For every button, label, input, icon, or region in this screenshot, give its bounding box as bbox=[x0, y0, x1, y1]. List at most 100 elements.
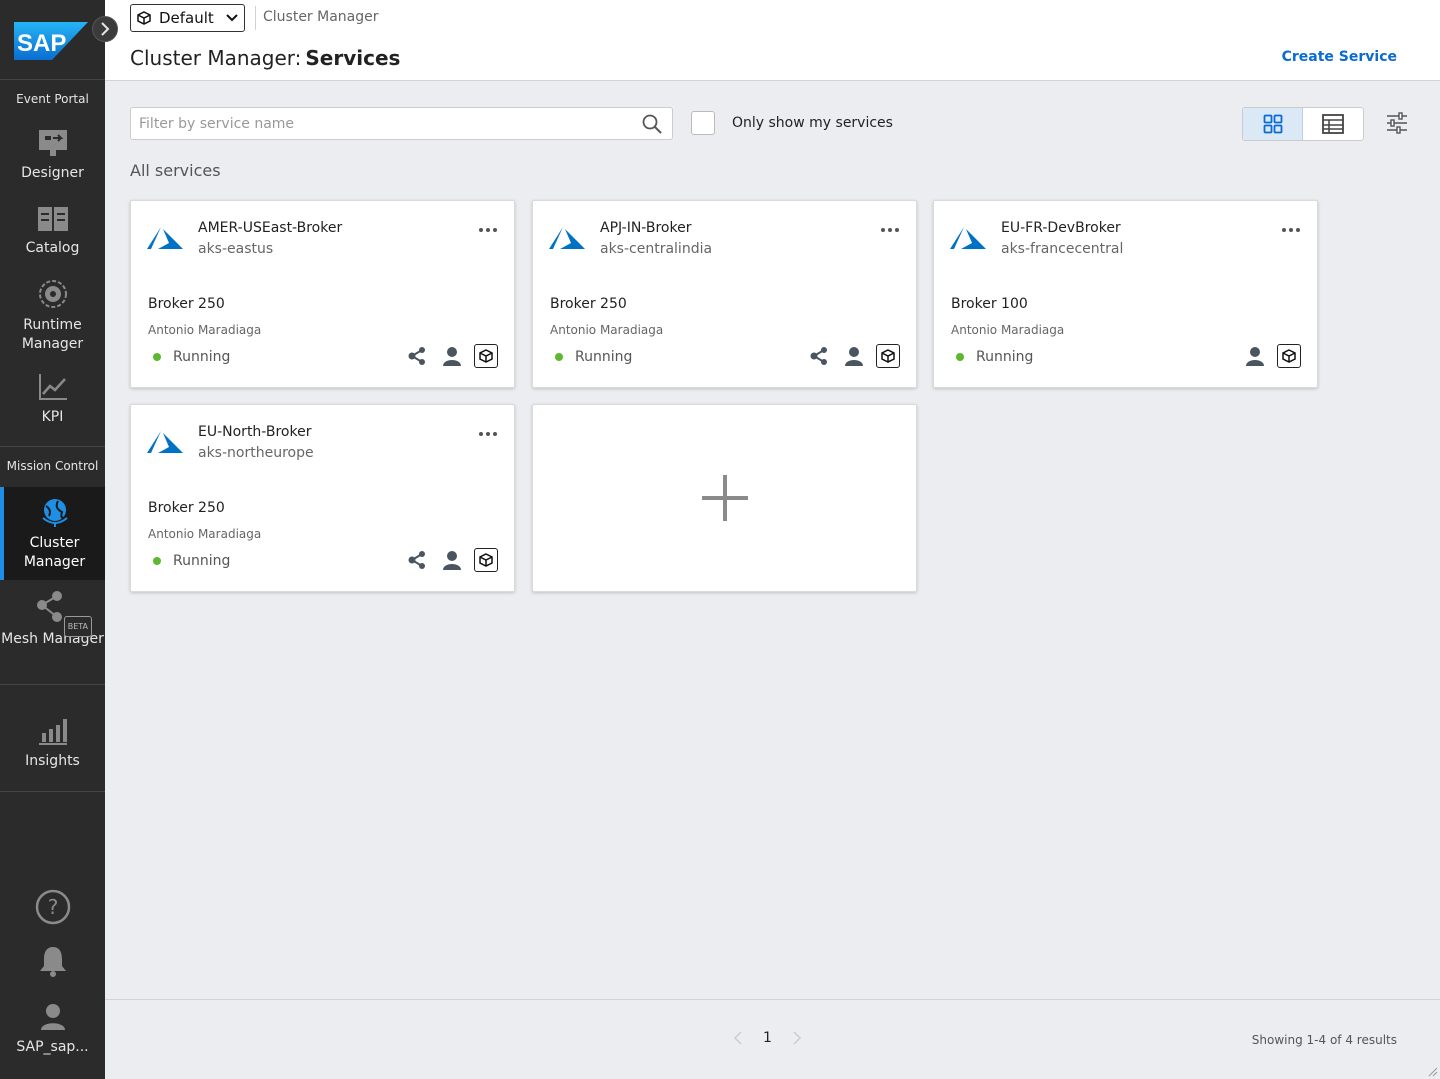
sidebar-item-runtime-manager[interactable]: Runtime Manager bbox=[0, 278, 105, 354]
help-button[interactable]: ? bbox=[0, 889, 105, 931]
status-dot bbox=[153, 557, 161, 565]
chevron-right-icon bbox=[101, 22, 110, 36]
only-my-services-checkbox[interactable] bbox=[691, 111, 715, 135]
breadcrumb[interactable]: Cluster Manager bbox=[263, 9, 379, 25]
environment-select[interactable]: Default bbox=[130, 4, 245, 32]
section-label-event-portal: Event Portal bbox=[16, 92, 89, 106]
status-dot bbox=[956, 353, 964, 361]
grid-view-button[interactable] bbox=[1243, 108, 1303, 140]
sidebar-divider bbox=[0, 791, 105, 792]
service-tier: Broker 250 bbox=[148, 296, 225, 312]
more-options-icon[interactable] bbox=[476, 425, 500, 443]
mesh-icon bbox=[406, 548, 430, 572]
notifications-button[interactable] bbox=[0, 944, 105, 984]
environment-select-value: Default bbox=[159, 9, 214, 27]
service-tier: Broker 250 bbox=[550, 296, 627, 312]
sidebar-expand-button[interactable] bbox=[92, 16, 118, 42]
sidebar-item-designer[interactable]: Designer bbox=[0, 128, 105, 183]
more-options-icon[interactable] bbox=[476, 221, 500, 239]
service-cluster: aks-centralindia bbox=[600, 241, 713, 257]
sliders-icon[interactable] bbox=[1386, 112, 1408, 134]
page-title-main: Services bbox=[305, 46, 401, 70]
bell-icon bbox=[39, 947, 66, 977]
more-options-icon[interactable] bbox=[878, 221, 902, 239]
user-icon bbox=[440, 344, 464, 368]
create-service-button[interactable]: Create Service bbox=[1282, 49, 1397, 65]
service-status: Running bbox=[173, 553, 231, 569]
table-view-button[interactable] bbox=[1303, 108, 1363, 140]
service-owner: Antonio Maradiaga bbox=[951, 323, 1065, 337]
sidebar-item-mesh-manager[interactable]: BETA Mesh Manager bbox=[0, 590, 105, 649]
sidebar-divider bbox=[0, 684, 105, 685]
user-icon bbox=[40, 1004, 65, 1030]
sidebar-item-label: Cluster Manager bbox=[23, 535, 86, 570]
help-icon: ? bbox=[35, 889, 70, 925]
designer-icon bbox=[38, 130, 67, 156]
status-dot bbox=[555, 353, 563, 361]
filter-input[interactable] bbox=[131, 108, 631, 139]
azure-icon bbox=[549, 227, 585, 249]
svg-text:?: ? bbox=[47, 895, 58, 919]
cube-icon bbox=[474, 548, 498, 572]
filter-box bbox=[130, 107, 673, 140]
pagination: 1 bbox=[733, 1030, 802, 1046]
service-cluster: aks-eastus bbox=[198, 241, 274, 257]
section-label-mission-control: Mission Control bbox=[6, 459, 99, 473]
logo-area: SAP bbox=[0, 0, 105, 80]
service-icons bbox=[406, 344, 498, 368]
sidebar-item-cluster-manager[interactable]: Cluster Manager bbox=[0, 487, 105, 580]
service-card[interactable]: EU-FR-DevBroker aks-francecentral Broker… bbox=[933, 200, 1318, 388]
service-icons bbox=[808, 344, 900, 368]
table-icon bbox=[1322, 114, 1344, 134]
sidebar-item-label: Designer bbox=[21, 165, 84, 181]
page-number[interactable]: 1 bbox=[763, 1030, 772, 1046]
svg-text:SAP: SAP bbox=[17, 30, 66, 57]
chevron-right-icon[interactable] bbox=[792, 1031, 802, 1045]
user-icon bbox=[842, 344, 866, 368]
service-card[interactable]: EU-North-Broker aks-northeurope Broker 2… bbox=[130, 404, 515, 592]
sidebar-item-label: Insights bbox=[25, 753, 80, 769]
cube-icon bbox=[137, 11, 151, 25]
service-icons bbox=[1243, 344, 1301, 368]
add-service-card[interactable] bbox=[532, 404, 917, 592]
page-title: Cluster Manager: Services bbox=[130, 46, 400, 70]
resize-handle-icon[interactable] bbox=[1426, 1065, 1438, 1077]
service-name: APJ-IN-Broker bbox=[600, 220, 692, 236]
main-content: Only show my services All services AMER-… bbox=[105, 81, 1440, 999]
user-icon bbox=[440, 548, 464, 572]
status-dot bbox=[153, 353, 161, 361]
service-tier: Broker 100 bbox=[951, 296, 1028, 312]
sidebar-item-insights[interactable]: Insights bbox=[0, 716, 105, 771]
cube-icon bbox=[1277, 344, 1301, 368]
user-menu[interactable]: SAP_sap... bbox=[0, 1002, 105, 1057]
header: Default Cluster Manager Cluster Manager:… bbox=[105, 0, 1440, 81]
section-title: All services bbox=[130, 161, 221, 180]
service-icons bbox=[406, 548, 498, 572]
globe-icon bbox=[41, 499, 68, 527]
service-cluster: aks-northeurope bbox=[198, 445, 314, 461]
insights-bar-icon bbox=[38, 719, 67, 745]
service-status: Running bbox=[976, 349, 1034, 365]
more-options-icon[interactable] bbox=[1279, 221, 1303, 239]
sidebar-item-label: Catalog bbox=[25, 240, 80, 256]
sidebar-item-catalog[interactable]: Catalog bbox=[0, 205, 105, 258]
runtime-manager-icon bbox=[38, 280, 67, 308]
service-card[interactable]: AMER-USEast-Broker aks-eastus Broker 250… bbox=[130, 200, 515, 388]
kpi-chart-icon bbox=[38, 374, 67, 400]
service-card[interactable]: APJ-IN-Broker aks-centralindia Broker 25… bbox=[532, 200, 917, 388]
azure-icon bbox=[147, 431, 183, 453]
service-name: EU-North-Broker bbox=[198, 424, 312, 440]
service-status: Running bbox=[173, 349, 231, 365]
sidebar-item-kpi[interactable]: KPI bbox=[0, 372, 105, 427]
catalog-icon bbox=[37, 207, 68, 231]
sidebar-divider bbox=[0, 446, 105, 447]
service-status: Running bbox=[575, 349, 633, 365]
chevron-left-icon[interactable] bbox=[733, 1031, 743, 1045]
results-count: Showing 1-4 of 4 results bbox=[1251, 1033, 1397, 1047]
view-toggle bbox=[1242, 107, 1364, 141]
mesh-icon bbox=[808, 344, 832, 368]
plus-icon bbox=[701, 475, 748, 521]
user-name: SAP_sap... bbox=[16, 1039, 89, 1055]
mesh-icon bbox=[406, 344, 430, 368]
search-icon[interactable] bbox=[642, 114, 662, 134]
